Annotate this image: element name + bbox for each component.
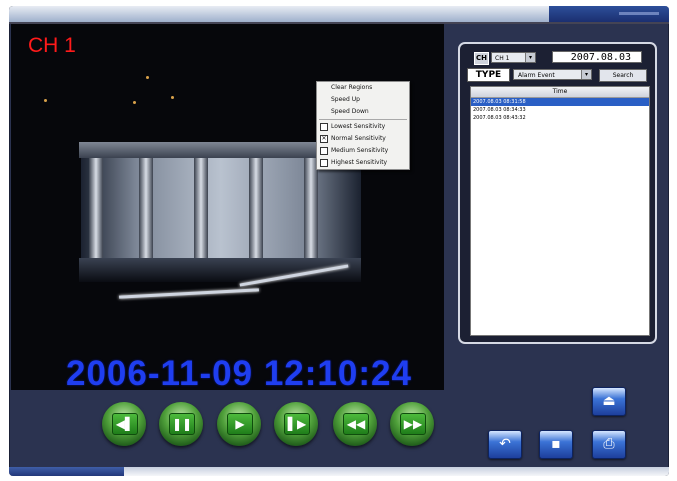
scene-light-streak [119, 288, 259, 299]
context-menu: Clear Regions Speed Up Speed Down Lowest… [316, 81, 410, 170]
play-icon: ▶ [227, 413, 253, 435]
channel-label: CH 1 [28, 34, 76, 57]
menu-item-highest-sensitivity[interactable]: Highest Sensitivity [317, 157, 409, 169]
menu-item-label: Normal Sensitivity [331, 135, 386, 142]
checkbox-checked-icon: ✕ [320, 134, 328, 143]
fast-forward-button[interactable]: ▶▶ [390, 402, 434, 446]
search-button[interactable]: Search [599, 69, 647, 82]
pause-button[interactable]: ❚❚ [159, 402, 203, 446]
scene-pillar [139, 158, 153, 258]
pause-icon: ❚❚ [169, 413, 195, 435]
step-back-icon: ◀▌ [112, 413, 138, 435]
step-forward-icon: ▌▶ [284, 413, 310, 435]
list-header-time[interactable]: Time [471, 87, 649, 98]
step-back-button[interactable]: ◀▌ [102, 402, 146, 446]
menu-item-label: Speed Up [331, 96, 360, 103]
channel-box-label: CH [474, 52, 489, 65]
video-viewport[interactable]: CH 1 2006-11-09 12:10:24 Clear Regions S… [11, 24, 444, 390]
list-item[interactable]: 2007.08.03 08:34:33 [471, 106, 649, 114]
scene-pillar [249, 158, 263, 258]
light-dot [146, 76, 149, 79]
type-label: TYPE [467, 68, 510, 82]
checkbox-icon [320, 122, 328, 131]
chevron-down-icon: ▾ [581, 70, 591, 79]
undo-button[interactable]: ↶ [488, 430, 522, 459]
chevron-down-icon: ▾ [525, 53, 535, 62]
undo-icon: ↶ [499, 436, 511, 452]
play-button[interactable]: ▶ [217, 402, 261, 446]
menu-item-speed-down[interactable]: Speed Down [317, 106, 409, 118]
list-item[interactable]: 2007.08.03 08:43:32 [471, 114, 649, 122]
video-timestamp: 2006-11-09 12:10:24 [66, 354, 412, 390]
light-dot [133, 101, 136, 104]
light-dot [171, 96, 174, 99]
menu-item-medium-sensitivity[interactable]: Medium Sensitivity [317, 145, 409, 157]
event-type-select[interactable]: Alarm Event ▾ [513, 69, 592, 80]
rewind-button[interactable]: ◀◀ [333, 402, 377, 446]
light-dot [44, 99, 47, 102]
search-panel: CH CH 1 ▾ 2007.08.03 TYPE Alarm Event ▾ … [458, 42, 657, 344]
eject-button[interactable]: ⏏ [592, 387, 626, 416]
scene-pillar [194, 158, 208, 258]
fast-forward-icon: ▶▶ [400, 413, 426, 435]
event-type-value: Alarm Event [518, 72, 555, 79]
title-bar-cap [549, 6, 669, 22]
menu-item-lowest-sensitivity[interactable]: Lowest Sensitivity [317, 121, 409, 133]
event-list[interactable]: Time 2007.08.03 08:31:58 2007.08.03 08:3… [470, 86, 650, 336]
dvr-window: CH 1 2006-11-09 12:10:24 Clear Regions S… [9, 6, 669, 476]
menu-item-speed-up[interactable]: Speed Up [317, 94, 409, 106]
menu-item-label: Lowest Sensitivity [331, 123, 386, 130]
eject-icon: ⏏ [602, 393, 616, 409]
rewind-icon: ◀◀ [343, 413, 369, 435]
menu-item-label: Clear Regions [331, 84, 373, 91]
scene-pillar [89, 158, 103, 258]
menu-item-clear-regions[interactable]: Clear Regions [317, 82, 409, 94]
menu-item-normal-sensitivity[interactable]: ✕ Normal Sensitivity [317, 133, 409, 145]
menu-item-label: Highest Sensitivity [331, 159, 388, 166]
list-item[interactable]: 2007.08.03 08:31:58 [471, 98, 649, 106]
checkbox-icon [320, 146, 328, 155]
print-icon: ⎙ [603, 436, 615, 452]
save-icon: ▪ [551, 436, 561, 452]
scene-pillar [304, 158, 318, 258]
menu-item-label: Medium Sensitivity [331, 147, 389, 154]
save-button[interactable]: ▪ [539, 430, 573, 459]
bottom-bar [9, 467, 669, 476]
print-button[interactable]: ⎙ [592, 430, 626, 459]
scene-lobby [81, 158, 361, 258]
checkbox-icon [320, 158, 328, 167]
menu-item-label: Speed Down [331, 108, 369, 115]
channel-select-value: CH 1 [495, 55, 510, 62]
title-bar [9, 6, 669, 24]
date-field[interactable]: 2007.08.03 [552, 51, 642, 63]
menu-separator [319, 119, 407, 120]
channel-select[interactable]: CH 1 ▾ [491, 52, 536, 63]
step-forward-button[interactable]: ▌▶ [274, 402, 318, 446]
